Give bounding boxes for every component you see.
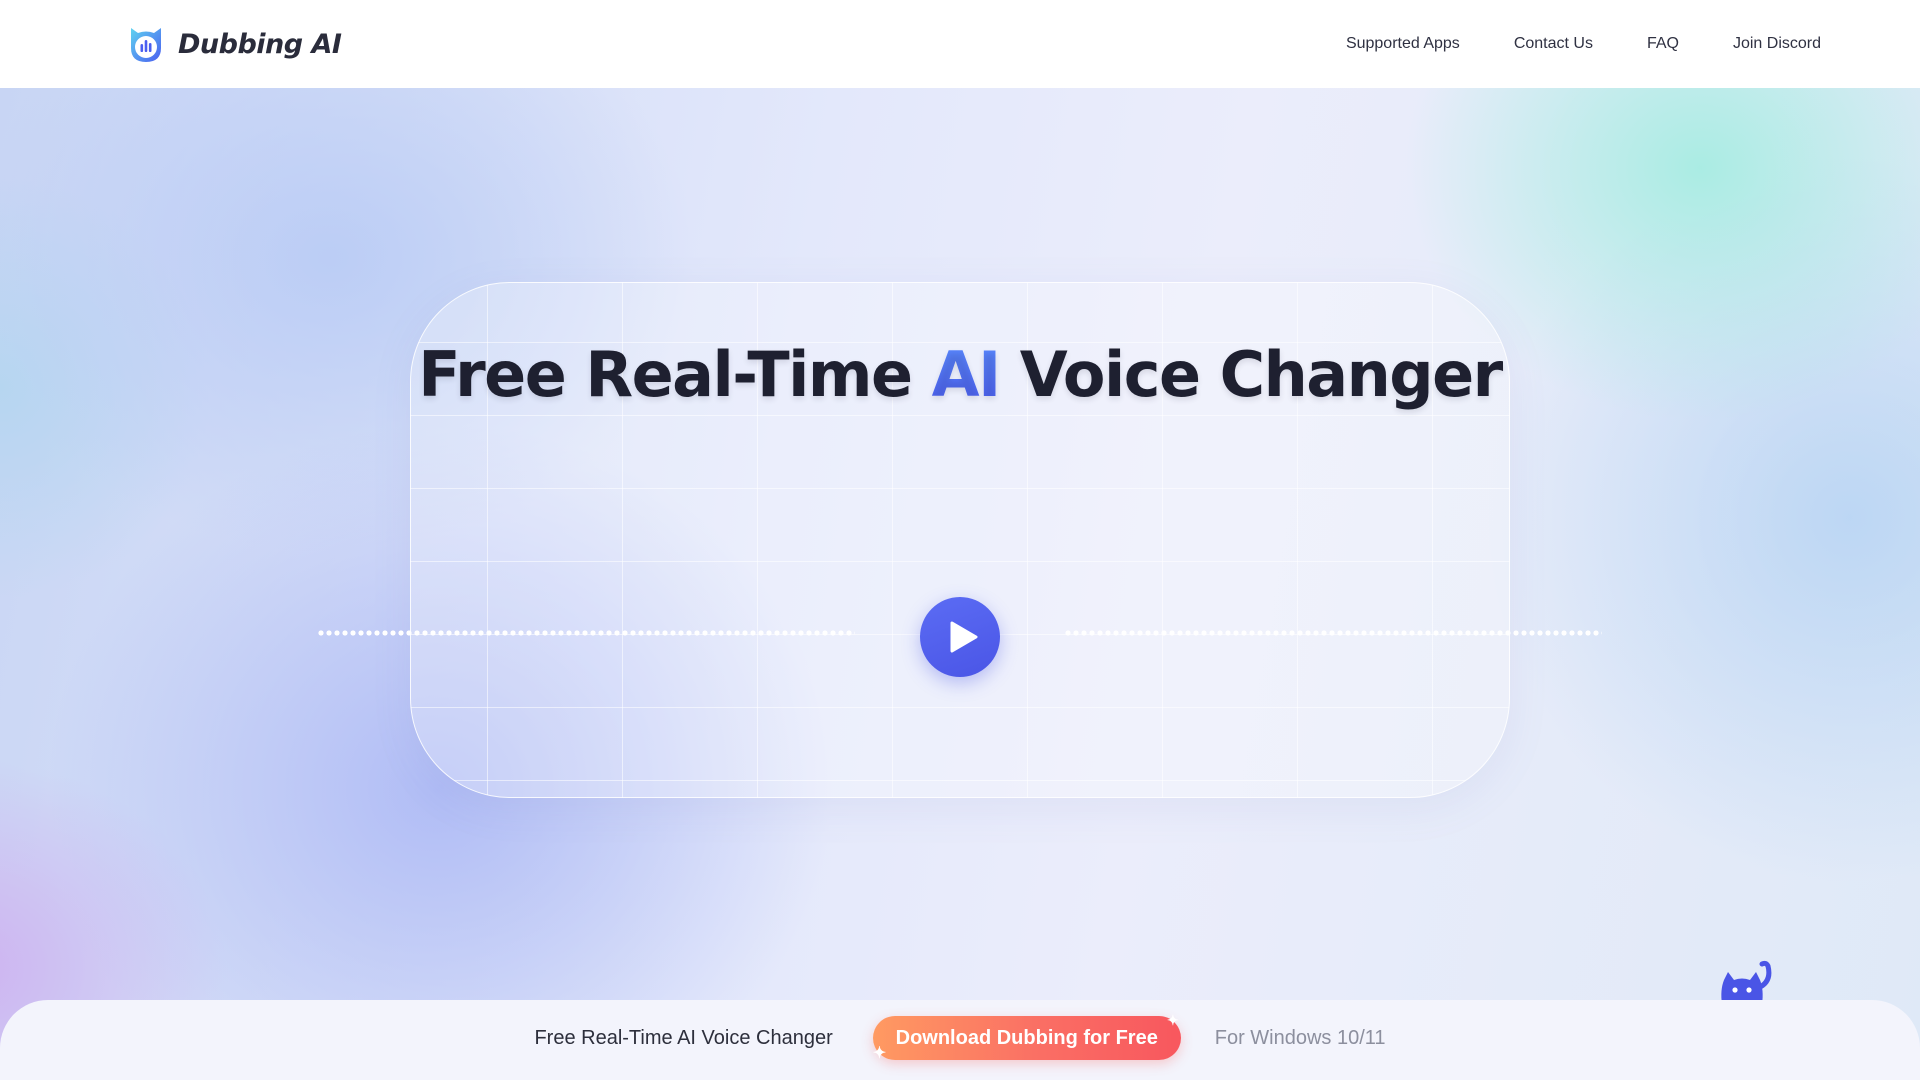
title-accent-ai: AI: [931, 338, 1002, 411]
download-bar-inner: Free Real-Time AI Voice Changer Download…: [534, 1012, 1386, 1062]
title-part-2: Voice Changer: [999, 338, 1503, 411]
platform-note: For Windows 10/11: [1214, 1026, 1386, 1049]
download-button-label: Download Dubbing for Free: [895, 1026, 1158, 1049]
download-bar: Free Real-Time AI Voice Changer Download…: [0, 1000, 1920, 1080]
nav-faq[interactable]: FAQ: [1647, 35, 1679, 53]
nav-join-discord[interactable]: Join Discord: [1733, 35, 1821, 53]
download-button[interactable]: Download Dubbing for Free ✦ ✦: [872, 1012, 1181, 1062]
play-icon: [950, 621, 977, 653]
hero-title: Free Real-Time AI Voice Changer: [0, 338, 1920, 411]
main-nav: Supported Apps Contact Us FAQ Join Disco…: [1346, 35, 1821, 53]
brand-link[interactable]: Dubbing AI: [124, 22, 342, 66]
title-part-1: Free Real-Time: [418, 338, 932, 411]
nav-supported-apps[interactable]: Supported Apps: [1346, 35, 1460, 53]
waveform-right: [1064, 629, 1602, 637]
play-button[interactable]: [920, 597, 1000, 677]
hero-section: [0, 88, 1920, 1080]
sparkle-icon: ✦: [1167, 1012, 1179, 1028]
brand-name: Dubbing AI: [178, 28, 342, 60]
waveform-left: [317, 629, 855, 637]
nav-contact-us[interactable]: Contact Us: [1514, 35, 1593, 53]
cat-soundwave-logo-icon: [131, 28, 161, 62]
site-header: Dubbing AI Supported Apps Contact Us FAQ…: [0, 0, 1920, 88]
download-bar-text: Free Real-Time AI Voice Changer: [534, 1026, 833, 1049]
sparkle-icon: ✦: [872, 1045, 887, 1062]
